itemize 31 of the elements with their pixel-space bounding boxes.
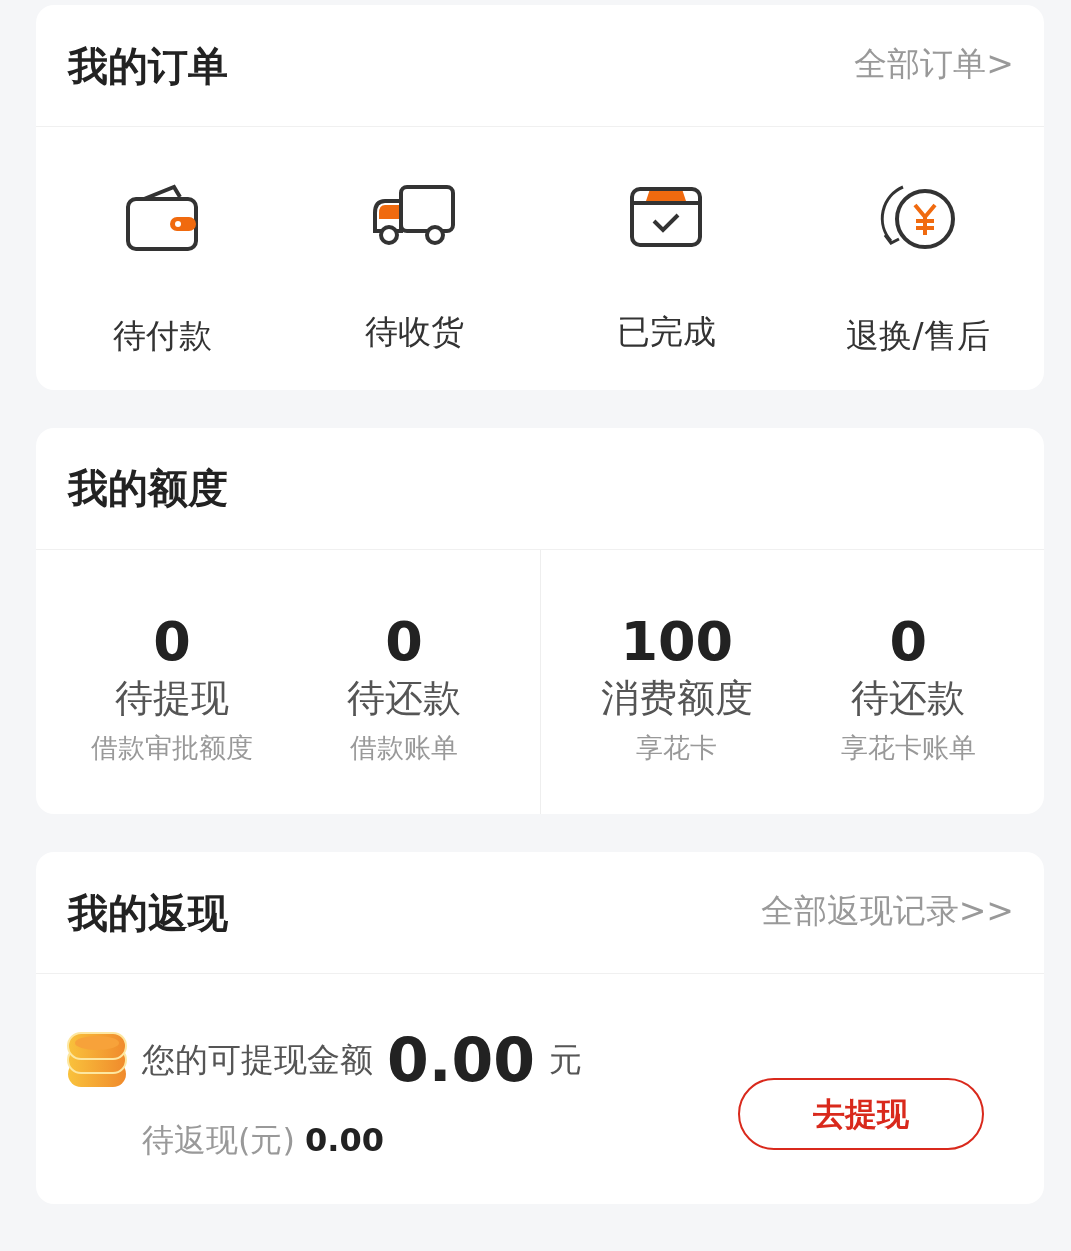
stat-label: 待提现 <box>115 675 229 723</box>
order-status-button[interactable]: 待收货 <box>288 182 540 362</box>
stat-value: 100 <box>620 609 734 675</box>
section-title: 我的额度 <box>68 464 228 513</box>
stat-caption: 借款审批额度 <box>91 730 253 765</box>
stat-value: 0 <box>385 609 423 675</box>
withdraw-button[interactable]: 去提现 <box>738 1078 984 1151</box>
stat-label: 消费额度 <box>600 675 753 723</box>
order-status-label: 退换/售后 <box>846 315 990 357</box>
stat-value: 0 <box>153 609 191 675</box>
available-amount: 0.00 <box>387 1030 536 1091</box>
stat-caption: 借款账单 <box>350 730 458 765</box>
coins-icon <box>66 1031 128 1090</box>
stat-label: 待还款 <box>851 675 966 723</box>
section-title: 我的订单 <box>68 41 228 91</box>
order-status-label: 待收货 <box>364 311 464 353</box>
order-status-label: 待付款 <box>112 315 212 357</box>
order-status-button[interactable]: 已完成 <box>540 182 792 362</box>
section-title: 我的返现 <box>68 888 228 938</box>
stat-value: 0 <box>889 609 928 675</box>
currency-unit: 元 <box>549 1039 583 1082</box>
order-status-label: 已完成 <box>616 311 716 353</box>
pending-amount: 0.00 <box>304 1120 384 1162</box>
wallet-icon <box>124 183 200 253</box>
available-label: 您的可提现金额 <box>142 1039 373 1082</box>
order-status-button[interactable]: 退换/售后 <box>792 182 1044 362</box>
stat-label: 待还款 <box>347 675 461 723</box>
stat-caption: 享花卡 <box>636 730 718 765</box>
pending-label: 待返现(元) <box>142 1120 295 1162</box>
order-status-button[interactable]: 待付款 <box>36 182 288 362</box>
stat-caption: 享花卡账单 <box>840 730 976 765</box>
